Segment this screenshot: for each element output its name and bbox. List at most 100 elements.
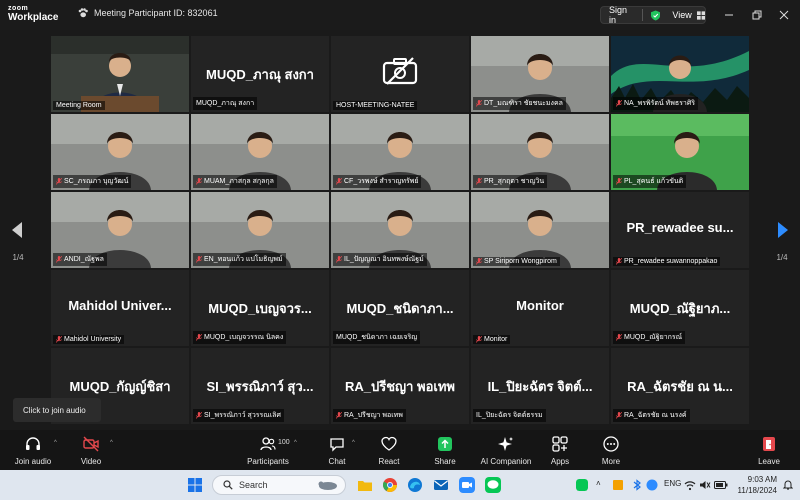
participant-name-tag: ANDI_ณัฐพล: [53, 253, 107, 266]
signin-button[interactable]: Sign in: [601, 5, 634, 25]
more-button[interactable]: More: [584, 436, 638, 466]
participant-tile[interactable]: MUQD_เบญจวร... MUQD_เบญจวรรณ นิลคง: [191, 270, 329, 346]
zoom-app-icon[interactable]: [459, 477, 475, 493]
bluetooth-icon[interactable]: [632, 479, 642, 491]
participant-name-label: PR_rewadee suwannoppakao: [624, 258, 718, 265]
participant-name-tag: PR_สุกฤตา ชาญวิน: [473, 175, 548, 188]
participant-tile[interactable]: PR_rewadee su... PR_rewadee suwannoppakao: [611, 192, 749, 268]
participant-tile[interactable]: DT_มณฑิรา ชัยชนะมงคล: [471, 36, 609, 112]
participants-count: 100: [278, 439, 290, 446]
share-button[interactable]: Share: [418, 436, 472, 466]
view-button[interactable]: View: [672, 10, 691, 20]
audio-options-caret[interactable]: ^: [54, 440, 57, 446]
participant-name-label: NA_พรพิรัตน์ ทัพธราศิริ: [624, 100, 696, 107]
chat-options-caret[interactable]: ^: [352, 440, 355, 446]
participant-name-tag: CF_วรพงษ์ สำราญทรัพย์: [333, 175, 422, 188]
participant-name-tag: Meeting Room: [53, 101, 105, 110]
participant-name-tag: IL_ปัญญณา อินทพงษ์ณัฐม์: [333, 253, 427, 266]
participant-tile[interactable]: HOST-MEETING-NATEE: [331, 36, 469, 112]
file-explorer-icon[interactable]: [357, 477, 373, 493]
participant-display-name: Monitor: [516, 298, 564, 313]
language-indicator[interactable]: ENG: [664, 479, 681, 488]
participant-tile[interactable]: Meeting Room: [51, 36, 189, 112]
clock-time: 9:03 AM: [747, 475, 777, 484]
taskbar-clock[interactable]: 9:03 AM 11/18/2024: [733, 474, 777, 496]
notification-bell-icon[interactable]: [783, 479, 793, 490]
windows-start-icon[interactable]: [187, 477, 203, 493]
join-audio-tooltip: Click to join audio: [13, 398, 101, 422]
chevron-left-icon[interactable]: [12, 222, 24, 238]
participant-tile[interactable]: NA_พรพิรัตน์ ทัพธราศิริ: [611, 36, 749, 112]
participant-tile[interactable]: PL_สุคนธ์ แก้วขันติ: [611, 114, 749, 190]
battery-icon[interactable]: [714, 479, 728, 491]
participant-tile[interactable]: Mahidol Univer... Mahidol University: [51, 270, 189, 346]
page-indicator-left: 1/4: [12, 253, 24, 262]
taskbar-search-box[interactable]: Search: [212, 475, 346, 495]
participant-tile[interactable]: PR_สุกฤตา ชาญวิน: [471, 114, 609, 190]
participant-tile[interactable]: SI_พรรณิภาว์ สุว... SI_พรรณิภาว์ สุวรรณเล…: [191, 348, 329, 424]
participant-name-tag: SI_พรรณิภาว์ สุวรรณเลิศ: [193, 409, 284, 422]
participant-tile[interactable]: ANDI_ณัฐพล: [51, 192, 189, 268]
participant-tile[interactable]: MUAM_ภาสกุล สกุลกุล: [191, 114, 329, 190]
participant-tile[interactable]: RA_ฉัตรชัย ณ น... RA_ฉัตรชัย ณ นรงค์: [611, 348, 749, 424]
close-button[interactable]: [777, 8, 791, 22]
join-audio-button[interactable]: Join audio ^: [6, 436, 60, 466]
participants-options-caret[interactable]: ^: [294, 440, 297, 446]
participant-name-label: EN_ทอนแก้ว แปโมธิญพม์: [204, 256, 283, 263]
chat-button[interactable]: Chat ^: [310, 436, 364, 466]
apps-icon: [552, 436, 568, 452]
mic-muted-icon: [56, 336, 62, 343]
participant-tile[interactable]: EN_ทอนแก้ว แปโมธิญพม์: [191, 192, 329, 268]
participant-name-label: DT_มณฑิรา ชัยชนะมงคล: [484, 100, 563, 107]
restore-button[interactable]: [750, 8, 764, 22]
grid-view-icon[interactable]: [696, 10, 706, 20]
participant-tile[interactable]: SP Siriporn Wongpirom: [471, 192, 609, 268]
leave-button[interactable]: Leave: [742, 436, 796, 466]
next-page-nav[interactable]: 1/4: [767, 222, 797, 262]
video-button[interactable]: Video ^: [64, 436, 118, 466]
prev-page-nav[interactable]: 1/4: [3, 222, 33, 262]
mail-icon[interactable]: [433, 477, 449, 493]
zoom-tray-icon[interactable]: [646, 479, 658, 491]
ai-companion-button[interactable]: AI Companion: [477, 436, 535, 466]
participant-tile[interactable]: CF_วรพงษ์ สำราญทรัพย์: [331, 114, 469, 190]
participant-tile[interactable]: MUQD_ภาณุ สงกา MUQD_ภาณุ สงกา: [191, 36, 329, 112]
apps-button[interactable]: Apps: [533, 436, 587, 466]
search-placeholder: Search: [239, 480, 268, 490]
mic-muted-icon: [196, 256, 202, 263]
participant-tile[interactable]: Monitor Monitor: [471, 270, 609, 346]
clock-date: 11/18/2024: [737, 486, 777, 495]
participants-button[interactable]: 100 Participants ^: [241, 436, 297, 466]
participant-tile[interactable]: RA_ปรีชญา พอเทพ RA_ปรีชญา พอเทพ: [331, 348, 469, 424]
line-app-icon[interactable]: [485, 477, 501, 493]
tray-notes-icon[interactable]: [612, 479, 624, 491]
participant-tile[interactable]: MUQD_ณัฐิยาภ... MUQD_ณัฐิยากรณ์: [611, 270, 749, 346]
share-screen-icon: [438, 437, 452, 451]
minimize-button[interactable]: [722, 8, 736, 22]
participant-tile[interactable]: SC_ภรณภา บุญวัฒน์: [51, 114, 189, 190]
title-bar: zoom Workplace Meeting Participant ID: 8…: [0, 0, 800, 30]
tray-line-icon[interactable]: [576, 479, 588, 491]
participant-tile[interactable]: IL_ปัญญณา อินทพงษ์ณัฐม์: [331, 192, 469, 268]
participant-display-name: MUQD_ภาณุ สงกา: [206, 67, 314, 82]
mic-muted-icon: [476, 258, 482, 265]
participant-tile[interactable]: IL_ปิยะฉัตร จิตต์... IL_ปิยะฉัตร จิตต์ธรร…: [471, 348, 609, 424]
chevron-right-icon[interactable]: [776, 222, 788, 238]
react-button[interactable]: React: [362, 436, 416, 466]
participant-name-tag: NA_พรพิรัตน์ ทัพธราศิริ: [613, 97, 699, 110]
wifi-icon[interactable]: [684, 479, 696, 491]
tray-chevron-icon[interactable]: ˄: [596, 479, 601, 488]
video-options-caret[interactable]: ^: [110, 440, 113, 446]
participant-tile[interactable]: MUQD_ชนิดาภา... MUQD_ชนิดาภา เฉยเจริญ: [331, 270, 469, 346]
volume-icon[interactable]: [699, 479, 711, 491]
shield-check-icon[interactable]: [651, 9, 661, 21]
participant-name-tag: PL_สุคนธ์ แก้วขันติ: [613, 175, 687, 188]
brand-line2: Workplace: [8, 12, 59, 23]
participant-name-tag: SP Siriporn Wongpirom: [473, 257, 560, 266]
edge-icon[interactable]: [407, 477, 423, 493]
meeting-id-label: Meeting Participant ID: 832061: [78, 8, 218, 18]
chat-label: Chat: [328, 457, 346, 466]
mic-muted-icon: [616, 412, 622, 419]
chrome-icon[interactable]: [382, 477, 398, 493]
participant-display-name: MUQD_ชนิดาภา...: [346, 301, 454, 316]
